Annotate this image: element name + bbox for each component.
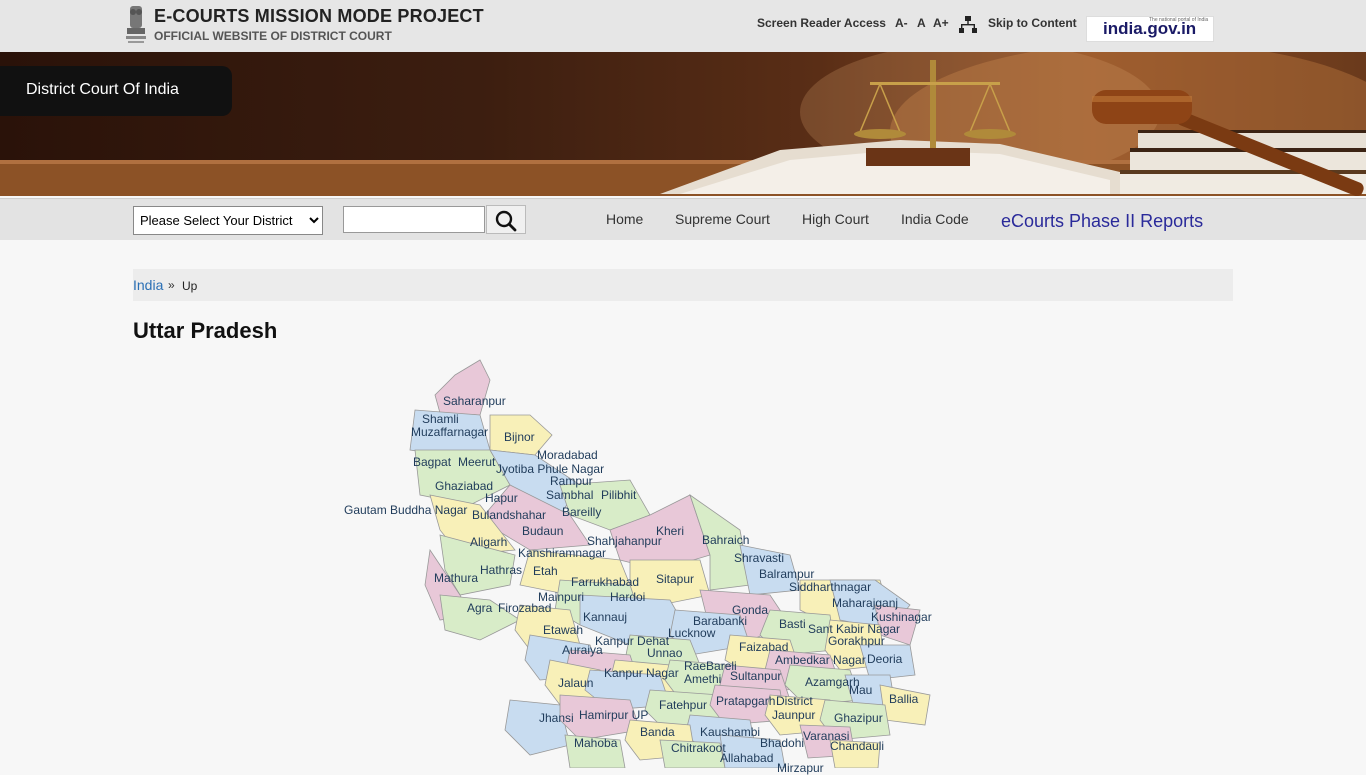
- india-gov-tagline: The national portal of India: [1149, 17, 1209, 23]
- breadcrumb-separator: »: [168, 278, 175, 292]
- district-label[interactable]: Siddharthnagar: [789, 580, 871, 594]
- district-label[interactable]: Pratapgarh: [716, 694, 775, 708]
- district-label[interactable]: Hapur: [485, 491, 518, 505]
- district-label[interactable]: Deoria: [867, 652, 902, 666]
- uttar-pradesh-district-map: Saharanpur Shamli Muzaffarnagar Bijnor M…: [330, 355, 950, 775]
- district-label[interactable]: Moradabad: [537, 448, 598, 462]
- district-label[interactable]: Balrampur: [759, 567, 814, 581]
- district-label[interactable]: Pilibhit: [601, 488, 636, 502]
- district-label[interactable]: Sambhal: [546, 488, 593, 502]
- district-label[interactable]: Chitrakoot: [671, 741, 726, 755]
- district-label[interactable]: Etawah: [543, 623, 583, 637]
- district-label[interactable]: Meerut: [458, 455, 495, 469]
- district-label[interactable]: Faizabad: [739, 640, 788, 654]
- district-label[interactable]: Banda: [640, 725, 675, 739]
- district-label[interactable]: Hamirpur UP: [579, 708, 648, 722]
- district-label[interactable]: Shravasti: [734, 551, 784, 565]
- hero-banner: District Court Of India: [0, 52, 1366, 196]
- district-label[interactable]: Bijnor: [504, 430, 535, 444]
- district-label[interactable]: Fatehpur: [659, 698, 707, 712]
- district-label[interactable]: RaeBareli: [684, 659, 737, 673]
- district-label[interactable]: Allahabad: [720, 751, 773, 765]
- district-label[interactable]: Ballia: [889, 692, 918, 706]
- district-label[interactable]: Maharajganj: [832, 596, 898, 610]
- district-label[interactable]: Agra: [467, 601, 492, 615]
- breadcrumb-india-link[interactable]: India: [133, 277, 163, 293]
- district-label[interactable]: Chandauli: [830, 739, 884, 753]
- district-label[interactable]: Ghazipur: [834, 711, 883, 725]
- search-input[interactable]: [343, 206, 485, 233]
- nav-ecourts-reports-link[interactable]: eCourts Phase II Reports: [1001, 211, 1203, 232]
- district-label[interactable]: Unnao: [647, 646, 682, 660]
- district-label[interactable]: Sultanpur: [730, 669, 781, 683]
- skip-to-content-link[interactable]: Skip to Content: [988, 16, 1077, 30]
- district-label[interactable]: Basti: [779, 617, 806, 631]
- district-label[interactable]: Mahoba: [574, 736, 617, 750]
- font-normal-button[interactable]: A: [917, 16, 926, 30]
- district-label[interactable]: Amethi: [684, 672, 721, 686]
- nav-supreme-court-link[interactable]: Supreme Court: [675, 211, 770, 227]
- district-label[interactable]: Sitapur: [656, 572, 694, 586]
- font-decrease-button[interactable]: A-: [895, 16, 908, 30]
- banner-title: District Court Of India: [26, 81, 179, 98]
- district-label[interactable]: Lucknow: [668, 626, 715, 640]
- nav-home-link[interactable]: Home: [606, 211, 643, 227]
- district-label[interactable]: Bareilly: [562, 505, 601, 519]
- nav-high-court-link[interactable]: High Court: [802, 211, 869, 227]
- search-button[interactable]: [486, 205, 526, 234]
- district-label[interactable]: District: [776, 694, 813, 708]
- site-subtitle: OFFICIAL WEBSITE OF DISTRICT COURT: [154, 29, 392, 43]
- district-label[interactable]: Jhansi: [539, 711, 574, 725]
- district-label[interactable]: Gorakhpur: [828, 634, 885, 648]
- district-label[interactable]: Shamli: [422, 412, 459, 426]
- search-icon: [495, 210, 517, 232]
- district-label[interactable]: Aligarh: [470, 535, 507, 549]
- district-label[interactable]: Kanpur Nagar: [604, 666, 679, 680]
- india-gov-logo-link[interactable]: india.gov.in The national portal of Indi…: [1086, 16, 1214, 42]
- breadcrumb-current: Up: [182, 279, 198, 293]
- district-label[interactable]: Kaushambi: [700, 725, 760, 739]
- page-title: Uttar Pradesh: [133, 318, 278, 343]
- district-label[interactable]: Jalaun: [558, 676, 593, 690]
- sitemap-icon[interactable]: [958, 15, 978, 35]
- district-label[interactable]: Bahraich: [702, 533, 749, 547]
- district-label[interactable]: Jaunpur: [772, 708, 815, 722]
- district-label[interactable]: Hathras: [480, 563, 522, 577]
- district-label[interactable]: Ambedkar Nagar: [775, 653, 866, 667]
- national-emblem-icon: [126, 6, 146, 43]
- site-title: E-COURTS MISSION MODE PROJECT: [154, 6, 484, 26]
- district-label[interactable]: Hardoi: [610, 590, 645, 604]
- district-label[interactable]: Saharanpur: [443, 394, 506, 408]
- district-label[interactable]: Etah: [533, 564, 558, 578]
- font-increase-button[interactable]: A+: [933, 16, 949, 30]
- banner-title-box: District Court Of India: [0, 66, 232, 116]
- district-label[interactable]: Budaun: [522, 524, 563, 538]
- district-label[interactable]: Auraiya: [562, 643, 603, 657]
- district-label[interactable]: Kannauj: [583, 610, 627, 624]
- district-label[interactable]: Mirzapur: [777, 761, 824, 775]
- breadcrumb: India » Up: [133, 269, 1233, 301]
- district-label[interactable]: Mainpuri: [538, 590, 584, 604]
- main-nav-bar: Please Select Your District Home Supreme…: [0, 198, 1366, 240]
- district-label[interactable]: Muzaffarnagar: [411, 425, 488, 439]
- district-label[interactable]: Farrukhabad: [571, 575, 639, 589]
- district-label[interactable]: Rampur: [550, 474, 593, 488]
- district-select[interactable]: Please Select Your District: [133, 206, 323, 235]
- top-header-bar: E-COURTS MISSION MODE PROJECT OFFICIAL W…: [0, 0, 1366, 53]
- district-label[interactable]: Mau: [849, 683, 872, 697]
- screen-reader-access-link[interactable]: Screen Reader Access: [757, 16, 886, 30]
- district-label[interactable]: Bhadohi: [760, 736, 804, 750]
- district-label[interactable]: Bulandshahar: [472, 508, 546, 522]
- district-label[interactable]: Bagpat: [413, 455, 451, 469]
- district-label[interactable]: Kanshiramnagar: [518, 546, 606, 560]
- district-label[interactable]: Gautam Buddha Nagar: [344, 503, 467, 517]
- nav-india-code-link[interactable]: India Code: [901, 211, 969, 227]
- district-label[interactable]: Mathura: [434, 571, 478, 585]
